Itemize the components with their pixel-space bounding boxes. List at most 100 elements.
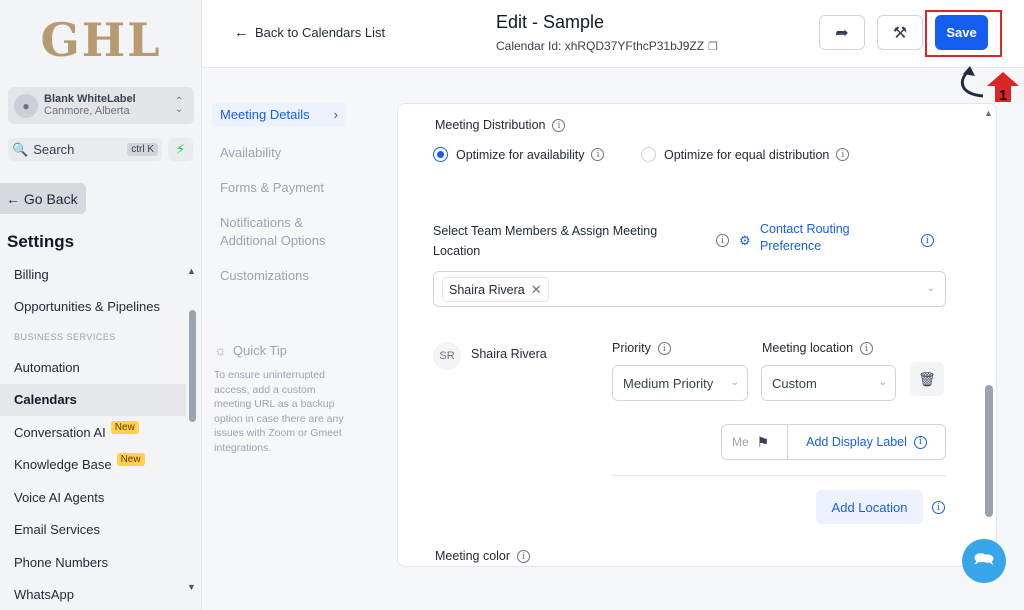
meeting-color-label: Meeting color i (435, 549, 530, 564)
radio-equal-distribution[interactable]: Optimize for equal distribution i (641, 147, 850, 162)
sidebar-item-conversation-ai[interactable]: Conversation AI New (0, 416, 186, 449)
info-icon[interactable]: i (716, 234, 729, 247)
account-name: Blank WhiteLabel (44, 92, 136, 105)
sidebar-item-label: Billing (14, 266, 49, 282)
meeting-distribution-label: Meeting Distribution i (435, 118, 566, 133)
radio-label: Optimize for equal distribution (664, 147, 830, 162)
member-name: Shaira Rivera (471, 347, 547, 361)
location-value: Custom (772, 375, 817, 391)
sidebar-item-label: Email Services (14, 522, 100, 538)
help-chat-button[interactable]: 🗪 (962, 539, 1006, 583)
back-to-calendars-link[interactable]: ← Back to Calendars List (234, 24, 385, 41)
copy-icon[interactable]: ❐ (708, 40, 718, 53)
sidebar-item-opportunities[interactable]: Opportunities & Pipelines (0, 291, 186, 324)
step-number: 1 (999, 87, 1007, 104)
arrow-left-icon: ← (6, 190, 20, 207)
tag-icon: ⚑ (756, 433, 770, 450)
sidebar-scrollbar[interactable] (189, 310, 196, 422)
sidebar-item-label: WhatsApp (14, 587, 74, 603)
share-button[interactable]: ➦ (819, 15, 865, 50)
account-avatar-icon: ● (14, 93, 38, 118)
distribution-label-text: Meeting Distribution (435, 118, 546, 132)
team-members-select[interactable]: Shaira Rivera ✕ ⌄ (433, 271, 946, 307)
main-scrollbar[interactable] (985, 385, 993, 517)
new-badge: New (116, 453, 145, 467)
divider (612, 475, 946, 476)
account-location: Canmore, Alberta (44, 104, 130, 117)
priority-label-text: Priority (612, 341, 651, 355)
quick-action-bolt-icon[interactable]: ⚡ (168, 138, 193, 161)
calendar-id: Calendar Id: xhRQD37YFthcP31bJ9ZZ ❐ (496, 39, 718, 53)
add-location-button[interactable]: Add Location (816, 490, 923, 524)
priority-select[interactable]: Medium Priority ⌄ (612, 365, 748, 401)
chevron-right-icon: › (333, 107, 338, 122)
trash-icon: 🗑 (918, 370, 936, 387)
calendar-id-text: Calendar Id: xhRQD37YFthcP31bJ9ZZ (496, 39, 705, 53)
meeting-color-text: Meeting color (435, 549, 511, 563)
search-icon: 🔍 (12, 141, 29, 157)
settings-nav: Billing Opportunities & Pipelines BUSINE… (0, 258, 186, 610)
info-icon[interactable]: i (517, 550, 530, 564)
sidebar-section-label: BUSINESS SERVICES (14, 332, 116, 342)
quick-tip-title: Quick Tip (232, 342, 288, 358)
radio-optimize-availability[interactable]: Optimize for availability i (433, 147, 605, 162)
tools-icon: ⚒ (892, 24, 908, 42)
scroll-up-icon[interactable]: ▲ (984, 108, 993, 118)
sidebar-item-label: Knowledge Base (14, 457, 112, 473)
delete-button[interactable]: 🗑 (910, 362, 944, 396)
meeting-location-label: Meeting location i (762, 341, 873, 356)
add-display-label-button[interactable]: Add Display Label i (788, 435, 945, 449)
contact-routing-link[interactable]: Contact Routing Preference (760, 221, 880, 255)
sidebar-item-voice-ai-agents[interactable]: Voice AI Agents (0, 481, 186, 514)
step-availability[interactable]: Availability (212, 144, 352, 162)
info-icon[interactable]: i (859, 342, 873, 356)
sidebar-section-business-services: BUSINESS SERVICES (0, 323, 186, 351)
add-display-label-text: Add Display Label (806, 435, 907, 449)
info-icon[interactable]: i (591, 148, 605, 161)
meeting-location-select[interactable]: Custom ⌄ (761, 365, 896, 401)
info-icon[interactable]: i (913, 435, 927, 449)
scroll-down-icon[interactable]: ▼ (187, 582, 196, 592)
quick-tip: ☼ Quick Tip To ensure uninterrupted acces… (214, 342, 349, 455)
priority-label: Priority i (612, 341, 671, 356)
page-title: Edit - Sample (496, 12, 605, 32)
close-icon[interactable]: ✕ (531, 282, 542, 298)
info-icon[interactable]: i (836, 148, 850, 161)
location-url-input[interactable]: Me ⚑ (722, 425, 788, 459)
arrow-left-icon: ← (234, 24, 249, 41)
go-back-button[interactable]: ← Go Back (0, 183, 86, 214)
tools-button[interactable]: ⚒ (877, 15, 923, 50)
info-icon[interactable]: i (552, 119, 566, 133)
info-icon[interactable]: i (921, 234, 934, 247)
go-back-label: Go Back (23, 190, 78, 207)
info-icon[interactable]: i (932, 501, 945, 514)
sidebar-item-email-services[interactable]: Email Services (0, 514, 186, 547)
info-icon[interactable]: i (657, 342, 671, 356)
step-customizations[interactable]: Customizations (212, 267, 352, 285)
priority-value: Medium Priority (623, 375, 714, 391)
radio-unselected-icon (641, 147, 656, 162)
team-members-label: Select Team Members & Assign Meeting Loc… (433, 224, 658, 258)
sidebar-item-calendars[interactable]: Calendars (0, 383, 186, 416)
back-link-label: Back to Calendars List (255, 25, 386, 40)
sidebar-item-whatsapp[interactable]: WhatsApp (0, 579, 186, 610)
sidebar-item-knowledge-base[interactable]: Knowledge Base New (0, 449, 186, 482)
share-arrow-icon: ➦ (835, 24, 849, 42)
step-forms-payment[interactable]: Forms & Payment (212, 179, 352, 197)
sidebar-item-label: Voice AI Agents (14, 489, 105, 505)
new-badge: New (110, 420, 139, 434)
sidebar-item-label: Phone Numbers (14, 554, 108, 570)
sidebar-item-automation[interactable]: Automation (0, 351, 186, 384)
brand-logo: GHL (40, 13, 162, 67)
scroll-up-icon[interactable]: ▲ (187, 266, 196, 276)
sidebar-item-billing[interactable]: Billing (0, 258, 186, 291)
step-notifications[interactable]: Notifications & Additional Options (212, 214, 352, 250)
sidebar-item-phone-numbers[interactable]: Phone Numbers (0, 546, 186, 579)
location-label-text: Meeting location (762, 341, 854, 355)
sidebar-item-label: Calendars (14, 392, 77, 408)
step-meeting-details[interactable]: Meeting Details › (212, 103, 346, 127)
member-chip-label: Shaira Rivera (449, 282, 525, 297)
account-switcher[interactable]: ● Blank WhiteLabel Canmore, Alberta ⌃ ⌄ (8, 87, 194, 124)
search-box[interactable]: 🔍 Search ctrl K (8, 138, 162, 161)
chevron-down-icon: ⌄ (926, 283, 935, 294)
